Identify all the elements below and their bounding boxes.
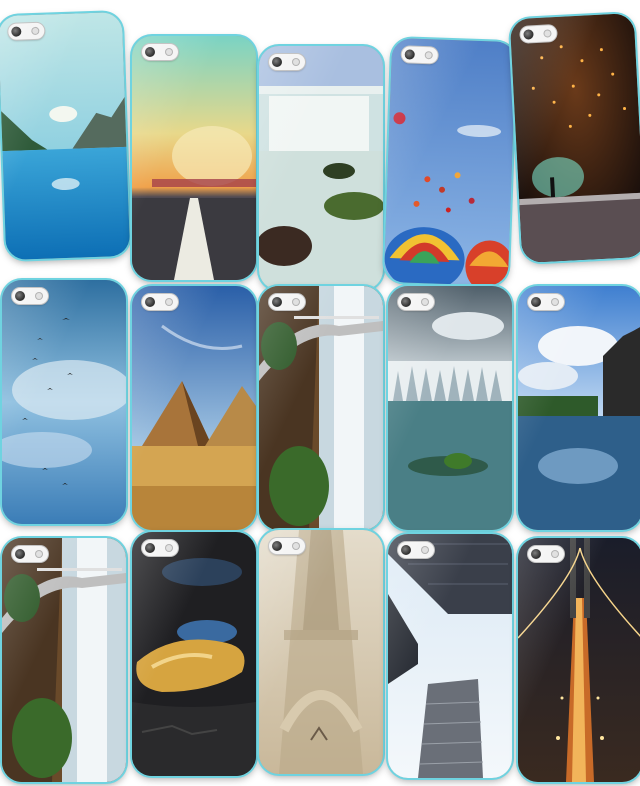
sky-birds-image — [2, 280, 126, 524]
skyscrapers-image — [388, 534, 512, 778]
camera-cutout-icon — [528, 294, 564, 310]
camera-cutout-icon — [8, 22, 45, 40]
case-pyramids — [132, 286, 256, 530]
case-bridge-waterfall — [259, 286, 383, 530]
case-bridge-lights — [518, 538, 640, 782]
camera-cutout-icon — [528, 546, 564, 562]
camera-cutout-icon — [520, 24, 557, 43]
case-castle-reflection — [518, 286, 640, 530]
case-puddle-reflection — [132, 532, 256, 776]
case-bridge-waterfall-2 — [2, 538, 126, 782]
camera-cutout-icon — [269, 54, 305, 70]
road-sunset-image — [132, 36, 256, 280]
castle-reflection-image — [518, 286, 640, 530]
eiffel-tower-image — [259, 530, 383, 774]
camera-cutout-icon — [269, 294, 305, 310]
waterfall-river-image — [259, 46, 383, 290]
camera-cutout-icon — [142, 540, 178, 556]
bridge-waterfall-image — [259, 286, 383, 530]
case-eiffel-tower — [259, 530, 383, 774]
case-sky-birds — [2, 280, 126, 524]
case-forest-river — [388, 286, 512, 530]
fireworks-night-image — [509, 12, 640, 264]
camera-cutout-icon — [398, 294, 434, 310]
camera-cutout-icon — [401, 46, 438, 64]
camera-cutout-icon — [12, 546, 48, 562]
forest-river-image — [388, 286, 512, 530]
lake-mountains-image — [0, 11, 131, 261]
pyramids-image — [132, 286, 256, 530]
camera-cutout-icon — [12, 288, 48, 304]
hot-air-balloons-image — [383, 37, 517, 287]
case-lake-mountains — [0, 11, 131, 261]
bridge-lights-image — [518, 538, 640, 782]
camera-cutout-icon — [142, 44, 178, 60]
case-hot-air-balloons — [383, 37, 517, 287]
bridge-waterfall-image-2 — [2, 538, 126, 782]
case-waterfall-river — [259, 46, 383, 290]
case-fireworks-night — [509, 12, 640, 264]
case-skyscrapers — [388, 534, 512, 778]
camera-cutout-icon — [269, 538, 305, 554]
case-road-sunset — [132, 36, 256, 280]
puddle-reflection-image — [132, 532, 256, 776]
camera-cutout-icon — [142, 294, 178, 310]
camera-cutout-icon — [398, 542, 434, 558]
